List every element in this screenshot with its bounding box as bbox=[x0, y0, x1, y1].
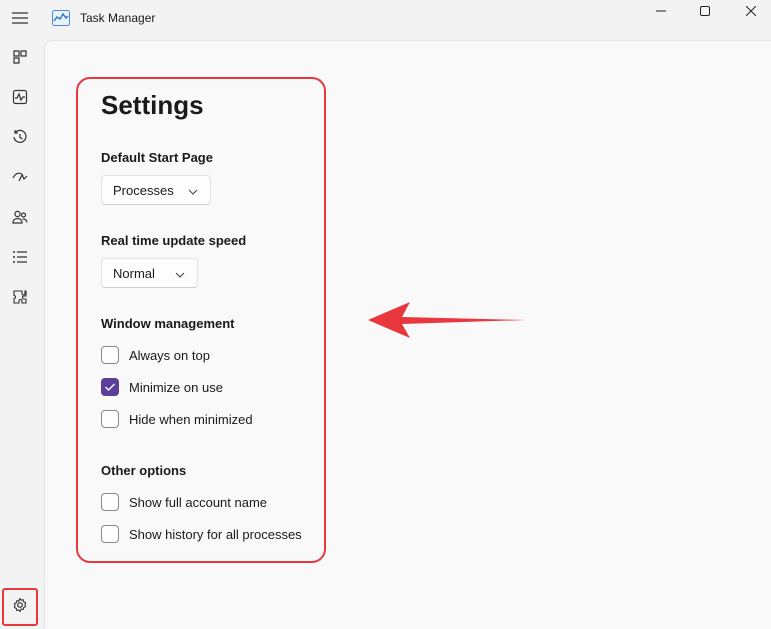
checkbox-label: Minimize on use bbox=[129, 379, 223, 395]
update-speed-label: Real time update speed bbox=[101, 233, 247, 248]
app-title: Task Manager bbox=[80, 11, 156, 25]
task-manager-app-icon bbox=[52, 10, 70, 26]
default-start-page-dropdown[interactable]: Processes bbox=[101, 175, 211, 205]
annotation-arrow-icon bbox=[368, 302, 526, 338]
nav-item-app-history[interactable] bbox=[6, 125, 34, 153]
dropdown-value: Processes bbox=[113, 182, 174, 198]
window-management-label: Window management bbox=[101, 316, 235, 331]
show-full-account-name-checkbox[interactable] bbox=[101, 493, 119, 511]
services-icon bbox=[12, 289, 28, 310]
minimize-button[interactable] bbox=[638, 0, 684, 22]
startup-apps-icon bbox=[12, 169, 28, 190]
close-button[interactable] bbox=[728, 0, 771, 22]
show-history-all-processes-option[interactable]: Show history for all processes bbox=[101, 524, 302, 544]
nav-item-startup-apps[interactable] bbox=[6, 165, 34, 193]
chevron-down-icon bbox=[175, 268, 185, 278]
nav-item-processes[interactable] bbox=[6, 45, 34, 73]
checkbox-label: Show history for all processes bbox=[129, 526, 302, 542]
show-history-all-processes-checkbox[interactable] bbox=[101, 525, 119, 543]
checkmark-icon bbox=[105, 383, 115, 391]
title-bar: Task Manager bbox=[0, 0, 771, 40]
details-icon bbox=[12, 249, 28, 270]
maximize-button[interactable] bbox=[682, 0, 728, 22]
app-history-icon bbox=[12, 129, 28, 150]
hamburger-menu-icon[interactable] bbox=[8, 6, 32, 30]
nav-item-services[interactable] bbox=[6, 285, 34, 313]
nav-item-details[interactable] bbox=[6, 245, 34, 273]
default-start-page-label: Default Start Page bbox=[101, 150, 213, 165]
hide-when-minimized-option[interactable]: Hide when minimized bbox=[101, 409, 253, 429]
users-icon bbox=[12, 209, 28, 230]
gear-icon bbox=[12, 597, 28, 618]
nav-item-performance[interactable] bbox=[6, 85, 34, 113]
always-on-top-option[interactable]: Always on top bbox=[101, 345, 210, 365]
always-on-top-checkbox[interactable] bbox=[101, 346, 119, 364]
minimize-on-use-checkbox[interactable] bbox=[101, 378, 119, 396]
checkbox-label: Always on top bbox=[129, 347, 210, 363]
processes-icon bbox=[12, 49, 28, 70]
other-options-label: Other options bbox=[101, 463, 187, 478]
nav-item-users[interactable] bbox=[6, 205, 34, 233]
checkbox-label: Show full account name bbox=[129, 494, 268, 510]
performance-icon bbox=[12, 89, 28, 110]
dropdown-value: Normal bbox=[113, 265, 155, 281]
nav-item-settings[interactable] bbox=[2, 588, 38, 626]
hide-when-minimized-checkbox[interactable] bbox=[101, 410, 119, 428]
minimize-on-use-option[interactable]: Minimize on use bbox=[101, 377, 223, 397]
page-title: Settings bbox=[101, 90, 204, 120]
checkbox-label: Hide when minimized bbox=[129, 411, 253, 427]
update-speed-dropdown[interactable]: Normal bbox=[101, 258, 198, 288]
show-full-account-name-option[interactable]: Show full account name bbox=[101, 492, 267, 512]
chevron-down-icon bbox=[188, 185, 198, 195]
